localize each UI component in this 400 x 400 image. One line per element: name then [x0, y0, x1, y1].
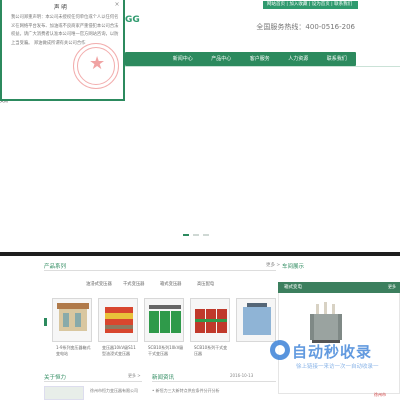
news-date: 2016-10-13	[230, 373, 254, 378]
nav-item-products[interactable]: 产品中心	[202, 52, 241, 66]
banner-dot[interactable]	[203, 234, 209, 236]
star-icon: ★	[89, 53, 106, 74]
tab-hv-distribution[interactable]: 高压配电	[197, 281, 234, 287]
popup-text: 我公司郑重声明：本公司未授权任何单位或个人以任何名义在网络平台发布、加油或不良商…	[11, 15, 119, 46]
product-thumbnails	[44, 298, 276, 342]
product-caption[interactable]: SCB10系列10kV级干式变压器	[148, 345, 184, 357]
logo[interactable]: GG	[125, 16, 140, 36]
about-more-link[interactable]: 更多 >	[128, 373, 141, 379]
hotline-text: 全国服务热线：400-0516-206	[256, 23, 355, 31]
disclaimer-popup: 声 明 × 我公司郑重声明：本公司未授权任何单位或个人以任何名义在网络平台发布、…	[0, 0, 125, 101]
product-thumb[interactable]	[190, 298, 230, 342]
top-links[interactable]: 网站首页 | 加入收藏 | 设为首页 | 联系我们	[263, 1, 358, 9]
seal-stamp: ★	[73, 43, 119, 89]
product-thumb[interactable]	[52, 298, 92, 342]
products-more-link[interactable]: 更多 >	[266, 262, 280, 268]
close-icon[interactable]: ×	[114, 2, 120, 8]
about-image	[44, 386, 84, 400]
workshop-header-label: 箱式变电	[284, 285, 302, 290]
news-divider	[152, 381, 276, 382]
nav-item-home[interactable]	[125, 52, 164, 66]
product-thumb[interactable]	[98, 298, 138, 342]
nav-item-hr[interactable]: 人力资源	[279, 52, 318, 66]
product-caption[interactable]: 1-9系列变压器箱式变电站	[56, 345, 92, 357]
tab-box-transformer[interactable]: 箱式变压器	[160, 281, 197, 287]
product-caption[interactable]: SCB10系列干式变压器	[194, 345, 230, 357]
dark-strip	[0, 252, 400, 256]
news-title: 新闻资讯	[152, 375, 175, 381]
product-thumb[interactable]	[144, 298, 184, 342]
about-divider	[44, 381, 142, 382]
nav-item-service[interactable]: 客户服务	[241, 52, 280, 66]
tab-dry-transformer[interactable]: 干式变压器	[123, 281, 160, 287]
banner-dot[interactable]	[193, 234, 199, 236]
tab-oil-transformer[interactable]: 油浸式变压器	[86, 281, 123, 287]
workshop-title: 车间展示	[282, 264, 305, 270]
banner-dots	[183, 234, 209, 236]
about-title: 关于恒力	[44, 375, 67, 381]
watermark-logo-icon	[270, 340, 290, 360]
product-caption[interactable]: 变压器10kV级S11型油浸式变压器	[102, 345, 138, 357]
nav-item-news[interactable]: 新闻中心	[164, 52, 203, 66]
product-thumb[interactable]	[236, 298, 276, 342]
products-title: 产品系列	[44, 264, 67, 270]
product-tabs: 油浸式变压器 干式变压器 箱式变压器 高压配电	[86, 281, 234, 287]
banner-dot[interactable]	[183, 234, 189, 236]
popup-title: 声 明	[54, 5, 67, 11]
banner	[0, 104, 400, 236]
transformer-image[interactable]	[306, 300, 346, 346]
watermark-subtext: 徐上链接一来访一次一自动收录一	[296, 364, 379, 370]
news-item[interactable]: • 新恒力三大新特点供应条件分开分析	[152, 388, 220, 394]
main-nav: 新闻中心 产品中心 客户服务 人力资源 联系我们	[125, 52, 356, 66]
products-divider	[44, 270, 276, 271]
corner-label: 徐州市	[374, 392, 386, 397]
watermark-text: 自动秒收录	[292, 343, 373, 361]
workshop-more-link[interactable]: 更多	[388, 284, 396, 290]
about-text: 徐州市恒力变压器有限公司	[90, 388, 138, 393]
nav-item-contact[interactable]: 联系我们	[318, 52, 357, 66]
